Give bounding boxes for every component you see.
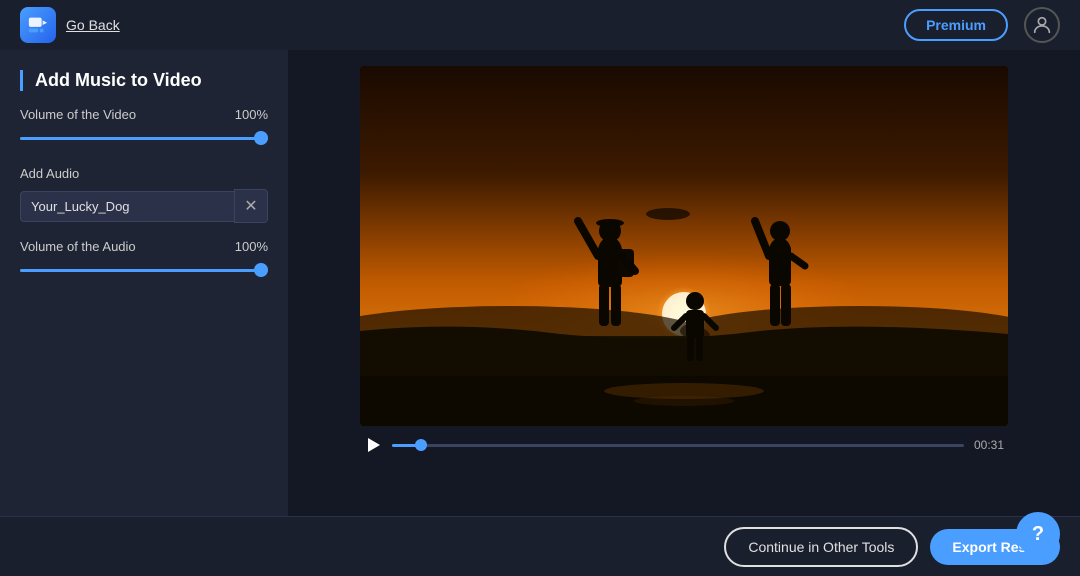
help-button[interactable]: ? [1016,512,1060,556]
bottom-bar: Continue in Other Tools Export Res... [0,516,1080,576]
video-volume-slider[interactable] [20,130,268,146]
app-logo [20,7,56,43]
audio-volume-fill [20,269,268,272]
main-content: Add Music to Video Volume of the Video 1… [0,50,1080,516]
audio-file-row: ✕ [20,189,268,223]
video-volume-label-row: Volume of the Video 100% [20,107,268,122]
sidebar-title: Add Music to Video [20,70,268,91]
audio-volume-label: Volume of the Audio [20,239,136,254]
audio-volume-value: 100% [235,239,268,254]
preview-area: 00:31 [288,50,1080,516]
video-progress-thumb[interactable] [415,439,427,451]
play-button[interactable] [364,436,382,454]
video-container [360,66,1008,426]
video-progress-track[interactable] [392,444,964,447]
audio-filename-input[interactable] [20,191,234,222]
video-volume-value: 100% [235,107,268,122]
video-volume-track [20,137,268,140]
sidebar: Add Music to Video Volume of the Video 1… [0,50,288,516]
video-preview [360,66,1008,426]
video-volume-fill [20,137,268,140]
audio-volume-group: Volume of the Audio 100% [20,239,268,278]
video-controls: 00:31 [360,426,1008,458]
app-header: Go Back Premium [0,0,1080,50]
video-time-display: 00:31 [974,438,1004,452]
header-right: Premium [904,7,1060,43]
help-icon: ? [1032,523,1044,546]
audio-clear-button[interactable]: ✕ [234,189,268,223]
continue-other-tools-button[interactable]: Continue in Other Tools [724,527,918,567]
add-audio-group: Add Audio ✕ [20,162,268,223]
audio-volume-thumb[interactable] [254,263,268,277]
user-avatar[interactable] [1024,7,1060,43]
close-icon: ✕ [244,196,257,216]
add-audio-label: Add Audio [20,166,268,181]
go-back-button[interactable]: Go Back [66,17,120,33]
header-left: Go Back [20,7,120,43]
audio-volume-track [20,269,268,272]
video-volume-group: Volume of the Video 100% [20,107,268,146]
video-volume-label: Volume of the Video [20,107,136,122]
video-volume-thumb[interactable] [254,131,268,145]
audio-volume-label-row: Volume of the Audio 100% [20,239,268,254]
premium-button[interactable]: Premium [904,9,1008,41]
audio-volume-slider[interactable] [20,262,268,278]
